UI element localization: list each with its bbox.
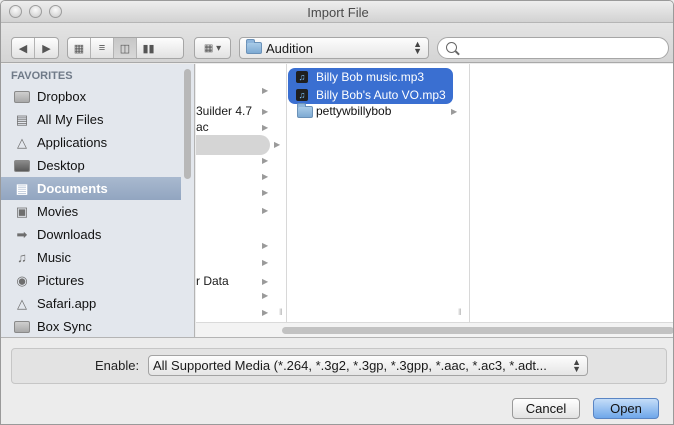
sidebar-item-label: Music [37, 250, 71, 265]
audio-file-icon: ♫ [296, 71, 308, 83]
enable-label: Enable: [95, 358, 140, 373]
sidebar-item-dropbox[interactable]: Dropbox [1, 85, 181, 108]
desktop-icon [13, 158, 31, 174]
sidebar-item-box-sync[interactable]: Box Sync [1, 315, 181, 337]
back-forward-control: ◀ ▶ [11, 37, 59, 59]
list-item-label: r Data [196, 274, 229, 288]
back-arrow-icon[interactable]: ◀ [12, 38, 35, 58]
safari-icon: △ [17, 295, 27, 311]
sidebar-item-label: Applications [37, 135, 108, 150]
enable-popup-value: All Supported Media (*.264, *.3g2, *.3gp… [153, 358, 547, 373]
sidebar-item-label: Box Sync [37, 319, 92, 334]
sidebar-item-music[interactable]: ♫ Music [1, 246, 181, 269]
sidebar-item-pictures[interactable]: ◉ Pictures [1, 269, 181, 292]
window-title: Import File [307, 5, 369, 20]
file-browser: ▶ 3uilder 4.7 ▶ ac ▶ ▶ ▶ ▶ ▶ ▶ ▶ ▶ r Dat… [196, 64, 673, 337]
disclosure-arrow-icon: ▶ [274, 140, 281, 149]
disclosure-arrow-icon: ▶ [262, 172, 269, 181]
list-view-icon[interactable]: ≡ [91, 38, 114, 58]
column-view-icon[interactable]: ◫ [114, 38, 137, 58]
sidebar-item-downloads[interactable]: ➡ Downloads [1, 223, 181, 246]
sidebar-header: FAVORITES [11, 70, 73, 82]
disclosure-arrow-icon: ▶ [262, 241, 269, 250]
applications-icon: △ [17, 134, 27, 150]
open-button[interactable]: Open [593, 398, 659, 419]
sidebar-item-safari[interactable]: △ Safari.app [1, 292, 181, 315]
sidebar-item-label: Desktop [37, 158, 85, 173]
disclosure-arrow-icon: ▶ [262, 308, 269, 317]
horizontal-scrollbar[interactable] [196, 322, 673, 337]
folder-icon [13, 89, 31, 105]
highlighted-row[interactable] [196, 135, 270, 155]
arrange-icon: ▦ ▾ [203, 42, 222, 54]
all-files-icon: ▤ [15, 111, 29, 127]
search-field[interactable] [437, 37, 669, 59]
arrange-menu-button[interactable]: ▦ ▾ [194, 37, 231, 59]
enable-popup[interactable]: All Supported Media (*.264, *.3g2, *.3gp… [148, 355, 588, 376]
list-item[interactable]: r Data ▶ [196, 271, 284, 291]
column-resize-grip[interactable]: ‖ [458, 307, 462, 317]
sidebar-item-label: Pictures [37, 273, 84, 288]
sidebar-item-label: Downloads [37, 227, 102, 242]
disclosure-arrow-icon: ▶ [451, 107, 458, 116]
title-bar: Import File [1, 1, 673, 23]
search-icon [446, 42, 457, 53]
import-file-dialog: Import File ◀ ▶ ▦ ≡ ◫ ▮▮ ▦ ▾ Audition ▲ ▼… [0, 0, 674, 425]
folder-icon [246, 39, 262, 54]
disclosure-arrow-icon: ▶ [262, 86, 269, 95]
column-resize-grip[interactable]: ‖ [279, 307, 283, 317]
list-item-label: ac [196, 120, 209, 134]
coverflow-view-icon[interactable]: ▮▮ [137, 38, 160, 58]
sidebar-item-label: Dropbox [37, 89, 87, 104]
sidebar-item-movies[interactable]: ▣ Movies [1, 200, 181, 223]
view-mode-control: ▦ ≡ ◫ ▮▮ [67, 37, 184, 59]
documents-icon: ▤ [15, 180, 29, 196]
horizontal-scroll-thumb[interactable] [282, 327, 673, 334]
file-row-billy-bob-music[interactable]: ♫ Billy Bob music.mp3 [288, 68, 453, 86]
disclosure-arrow-icon: ▶ [262, 188, 269, 197]
disclosure-arrow-icon: ▶ [262, 206, 269, 215]
path-popup[interactable]: Audition ▲ ▼ [239, 37, 429, 59]
file-name: Billy Bob's Auto VO.mp3 [316, 88, 446, 102]
sidebar-item-all-my-files[interactable]: ▤ All My Files [1, 108, 181, 131]
sidebar-item-applications[interactable]: △ Applications [1, 131, 181, 154]
updown-arrows-icon: ▲ ▼ [572, 357, 581, 374]
disclosure-arrow-icon: ▶ [262, 291, 269, 300]
browser-column-3 [471, 64, 673, 322]
icon-view-icon[interactable]: ▦ [68, 38, 91, 58]
forward-arrow-icon[interactable]: ▶ [35, 38, 58, 58]
sidebar-item-desktop[interactable]: Desktop [1, 154, 181, 177]
disclosure-arrow-icon: ▶ [262, 258, 269, 267]
folder-icon [297, 103, 313, 118]
sidebar-item-label: All My Files [37, 112, 104, 127]
disclosure-arrow-icon: ▶ [262, 156, 269, 165]
folder-icon [13, 319, 31, 335]
folder-row-pettywbillybob[interactable]: pettywbillybob ▶ [288, 102, 457, 120]
cancel-button[interactable]: Cancel [512, 398, 580, 419]
browser-column-1: ▶ 3uilder 4.7 ▶ ac ▶ ▶ ▶ ▶ ▶ ▶ ▶ ▶ r Dat… [196, 64, 287, 322]
audio-file-icon: ♫ [296, 89, 308, 101]
pictures-icon: ◉ [16, 272, 28, 288]
disclosure-arrow-icon: ▶ [262, 277, 269, 286]
path-popup-label: Audition [266, 40, 313, 56]
sidebar-item-label: Safari.app [37, 296, 97, 311]
updown-arrows-icon: ▲ ▼ [413, 39, 422, 56]
sidebar-item-label: Documents [37, 181, 108, 196]
toolbar: ◀ ▶ ▦ ≡ ◫ ▮▮ ▦ ▾ Audition ▲ ▼ [1, 23, 673, 63]
music-icon: ♫ [17, 250, 27, 265]
sidebar-item-label: Movies [37, 204, 79, 219]
sidebar-item-documents[interactable]: ▤ Documents [1, 177, 181, 200]
sidebar-scrollbar[interactable] [184, 69, 191, 179]
bottom-panel: Enable: All Supported Media (*.264, *.3g… [1, 337, 673, 424]
file-name: Billy Bob music.mp3 [316, 70, 425, 84]
movies-icon: ▣ [15, 203, 29, 219]
folder-name: pettywbillybob [316, 104, 392, 118]
sidebar: FAVORITES Dropbox ▤ All My Files △ Appli… [1, 64, 195, 337]
list-item[interactable]: ac ▶ [196, 117, 284, 137]
downloads-icon: ➡ [16, 226, 28, 242]
